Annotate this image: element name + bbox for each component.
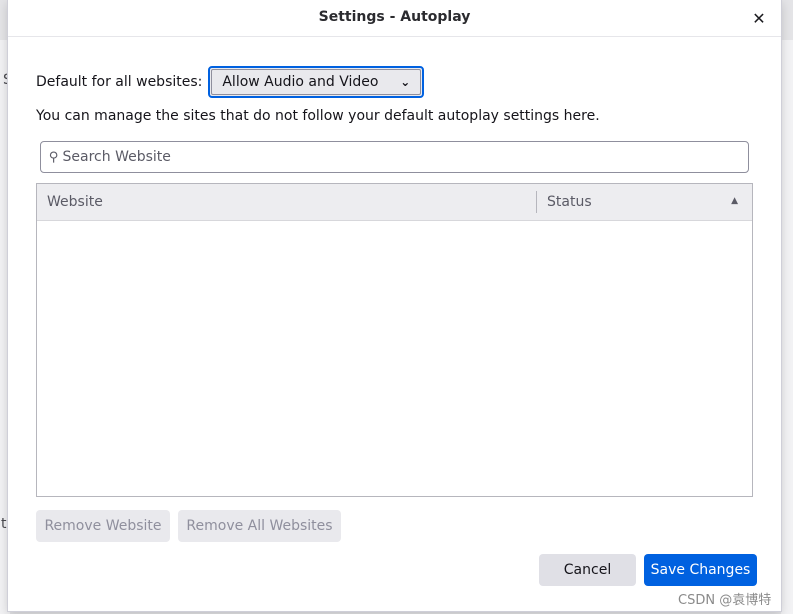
description-text: You can manage the sites that do not fol…	[36, 108, 600, 124]
search-icon: ⚲	[49, 149, 59, 165]
table-header: Website Status ▲	[37, 184, 752, 221]
background-text-fragment: t	[1, 516, 7, 532]
background-window-right	[781, 40, 793, 614]
default-setting-label: Default for all websites:	[36, 74, 203, 90]
cancel-button[interactable]: Cancel	[539, 554, 636, 586]
chevron-down-icon: ⌄	[400, 75, 411, 89]
remove-website-button[interactable]: Remove Website	[36, 510, 170, 542]
close-icon: ✕	[752, 8, 766, 28]
watermark-text: CSDN @袁博特	[678, 593, 772, 608]
dialog-title: Settings - Autoplay	[318, 9, 471, 25]
dialog-titlebar: Settings - Autoplay ✕	[8, 0, 781, 37]
column-header-website[interactable]: Website	[37, 194, 536, 210]
save-changes-button[interactable]: Save Changes	[644, 554, 757, 586]
remove-all-websites-button[interactable]: Remove All Websites	[178, 510, 341, 542]
websites-table: Website Status ▲	[36, 183, 753, 497]
autoplay-settings-dialog: Settings - Autoplay ✕ Default for all we…	[8, 0, 781, 611]
default-autoplay-select[interactable]: Allow Audio and Video ⌄	[208, 66, 425, 98]
close-button[interactable]: ✕	[747, 6, 771, 30]
column-header-status[interactable]: Status	[537, 194, 752, 210]
default-setting-row: Default for all websites: Allow Audio an…	[36, 66, 425, 98]
default-autoplay-value: Allow Audio and Video	[222, 74, 379, 90]
search-website-field[interactable]: ⚲	[40, 141, 749, 173]
sort-ascending-icon: ▲	[731, 196, 738, 206]
search-website-input[interactable]	[62, 149, 740, 165]
